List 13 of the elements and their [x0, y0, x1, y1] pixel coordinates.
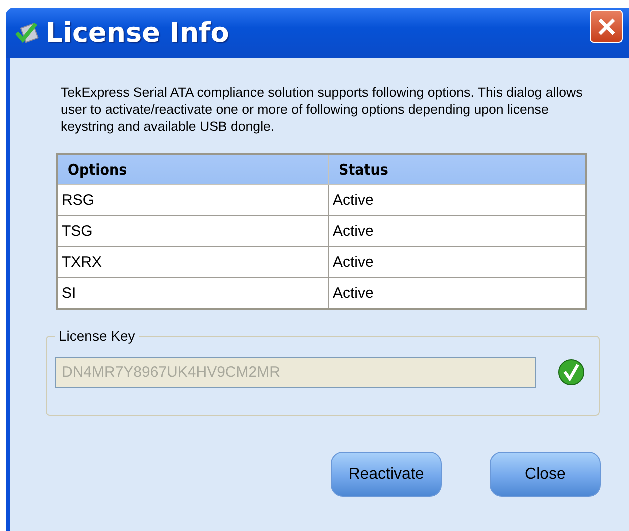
column-header[interactable]: Status: [328, 154, 586, 184]
table-cell: TXRX: [57, 246, 328, 278]
app-icon: [14, 20, 40, 46]
description-text: TekExpress Serial ATA compliance solution supports following options. This dialog allows user to activate/reactivate one or more of following options depending upon license keystring and available USB dongle.: [61, 84, 584, 135]
table-cell: RSG: [57, 184, 328, 216]
window-title: License Info: [46, 18, 230, 48]
dialog-button[interactable]: Reactivate: [331, 452, 442, 497]
table-cell: TSG: [57, 216, 328, 246]
dialog-button[interactable]: Close: [490, 452, 601, 497]
column-header[interactable]: Options: [57, 154, 328, 184]
group-label: License Key: [58, 328, 136, 344]
close-icon[interactable]: [590, 10, 623, 43]
checkmark-icon: [558, 359, 585, 386]
